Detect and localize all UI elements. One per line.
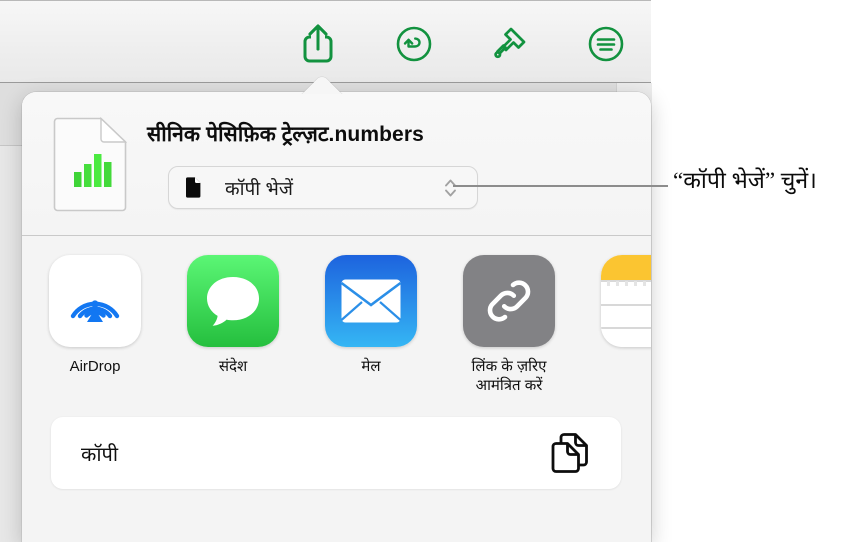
share-button[interactable] [295,21,341,67]
more-button[interactable] [583,21,629,67]
share-target-label: लिंक के ज़रिए आमंत्रित करें [471,358,547,395]
airdrop-icon [70,300,120,322]
document-title: सीनिक पेसिफ़िक ट्रेल्ज़ट.numbers [147,123,424,146]
mail-tile [325,255,417,347]
link-icon [487,280,531,322]
undo-icon [396,26,432,62]
paintbrush-icon [494,27,526,59]
chevron-up-down-icon [444,177,457,199]
popover-arrow [299,74,345,94]
share-icon [303,24,333,63]
toolbar-button-group [295,21,629,67]
callout-leader-line [453,185,668,187]
airdrop-tile [49,255,141,347]
copy-action-row[interactable]: कॉपी [51,417,621,489]
share-target-mail[interactable]: मेल [311,255,431,376]
share-target-airdrop[interactable]: AirDrop [35,255,155,376]
messages-tile [187,255,279,347]
notes-icon [601,255,651,347]
more-options-icon [588,26,624,62]
share-target-invite-with-link[interactable]: लिंक के ज़रिए आमंत्रित करें [449,255,569,395]
app-toolbar [0,0,651,83]
share-target-label: संदेश [218,358,248,375]
share-target-notes[interactable] [587,255,651,357]
share-target-row: AirDrop संदेश मेल लिंक के ज़रिए आमंत्रित… [22,237,651,397]
copy-icon [549,431,591,475]
send-copy-label: कॉपी भेजें [225,178,293,200]
share-target-label: AirDrop [69,358,121,375]
numbers-document-icon [53,116,128,212]
link-tile [463,255,555,347]
document-icon [185,177,203,198]
notes-tile [601,255,651,347]
undo-button[interactable] [391,21,437,67]
format-button[interactable] [487,21,533,67]
copy-action-label: कॉपी [81,443,119,466]
share-sheet-popover: सीनिक पेसिफ़िक ट्रेल्ज़ट.numbers कॉपी भे… [22,92,651,542]
share-sheet-header: सीनिक पेसिफ़िक ट्रेल्ज़ट.numbers कॉपी भे… [22,92,651,236]
share-target-label: मेल [361,358,381,375]
callout-text: “कॉपी भेजें” चुनें। [673,168,817,193]
messages-icon [207,277,259,326]
send-copy-popup-button[interactable]: कॉपी भेजें [168,166,478,209]
screenshot-root: सीनिक पेसिफ़िक ट्रेल्ज़ट.numbers कॉपी भे… [0,0,857,542]
mail-icon [340,279,402,323]
share-target-messages[interactable]: संदेश [173,255,293,376]
